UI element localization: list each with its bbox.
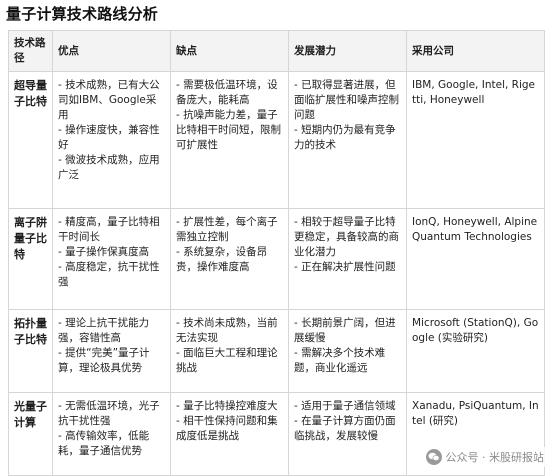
table-row: 超导量子比特 - 技术成熟，已有大公司如IBM、Google采用 - 操作速度快… [8,71,545,209]
cons-item: - 需要极低温环境，设备庞大，能耗高 [176,79,278,106]
route-cell: 超导量子比特 [8,71,53,209]
potential-item: - 已取得显著进展，但面临扩展性和噪声控制问题 [294,79,399,121]
pros-item: - 高度稳定，抗干扰性强 [58,261,160,288]
potential-cell: - 适用于量子通信领域 - 在量子计算方面仍面临挑战，发展较慢 [288,392,407,476]
table-row: 离子阱量子比特 - 精度高，量子比特相干时间长 - 量子操作保真度高 - 高度稳… [8,208,545,310]
cons-item: - 抗噪声能力差，量子比特相干时间短，限制可扩展性 [176,109,281,151]
potential-cell: - 长期前景广阔，但进展缓慢 - 需解决多个技术难题，商业化遥远 [288,309,407,393]
route-cell: 光量子计算 [8,392,53,476]
pros-item: - 技术成熟，已有大公司如IBM、Google采用 [58,79,160,121]
pros-item: - 精度高，量子比特相干时间长 [58,216,160,243]
header-companies: 采用公司 [406,30,545,72]
cons-cell: - 扩展性差，每个离子需独立控制 - 系统复杂，设备昂贵，操作难度高 [170,208,289,310]
header-potential: 发展潜力 [288,30,407,72]
wechat-icon [425,449,442,465]
cons-cell: - 量子比特操控难度大 - 相干性保持问题和集成度低是挑战 [170,392,289,476]
pros-cell: - 精度高，量子比特相干时间长 - 量子操作保真度高 - 高度稳定，抗干扰性强 [52,208,171,310]
pros-cell: - 无需低温环境，光子抗干扰性强 - 高传输效率，低能耗，量子通信优势 [52,392,171,476]
cons-item: - 系统复杂，设备昂贵，操作难度高 [176,246,268,273]
watermark: 公众号 · 米股研报站 [421,447,548,467]
pros-item: - 提供“完美”量子计算，理论极具优势 [58,347,150,374]
potential-item: - 在量子计算方面仍面临挑战，发展较慢 [294,415,396,442]
pros-item: - 理论上抗干扰能力强，容错性高 [58,317,150,344]
route-cell: 离子阱量子比特 [8,208,53,310]
cons-item: - 相干性保持问题和集成度低是挑战 [176,415,278,442]
potential-item: - 相较于超导量子比特更稳定，具备较高的商业化潜力 [294,216,399,258]
potential-cell: - 相较于超导量子比特更稳定，具备较高的商业化潜力 - 正在解决扩展性问题 [288,208,407,310]
pros-item: - 无需低温环境，光子抗干扰性强 [58,400,160,427]
cons-cell: - 技术尚未成熟，当前无法实现 - 面临巨大工程和理论挑战 [170,309,289,393]
companies-cell: IBM, Google, Intel, Rigetti, Honeywell [406,71,545,209]
header-cons: 缺点 [170,30,289,72]
header-pros: 优点 [52,30,171,72]
header-route: 技术路径 [8,30,53,72]
pros-item: - 操作速度快，兼容性好 [58,124,160,151]
cons-item: - 技术尚未成熟，当前无法实现 [176,317,278,344]
page-title: 量子计算技术路线分析 [6,5,159,23]
companies-cell: Microsoft (StationQ), Google (实验研究) [406,309,545,393]
pros-item: - 高传输效率，低能耗，量子通信优势 [58,430,150,457]
table-row: 拓扑量子比特 - 理论上抗干扰能力强，容错性高 - 提供“完美”量子计算，理论极… [8,309,545,393]
pros-cell: - 技术成熟，已有大公司如IBM、Google采用 - 操作速度快，兼容性好 -… [52,71,171,209]
table-header-row: 技术路径 优点 缺点 发展潜力 采用公司 [8,30,545,72]
companies-cell: IonQ, Honeywell, Alpine Quantum Technolo… [406,208,545,310]
pros-item: - 量子操作保真度高 [58,246,150,258]
potential-item: - 短期内仍为最有竞争力的技术 [294,124,396,151]
potential-item: - 长期前景广阔，但进展缓慢 [294,317,396,344]
route-cell: 拓扑量子比特 [8,309,53,393]
potential-item: - 正在解决扩展性问题 [294,261,396,273]
cons-item: - 量子比特操控难度大 [176,400,278,412]
pros-item: - 微波技术成熟，应用广泛 [58,154,160,181]
cons-cell: - 需要极低温环境，设备庞大，能耗高 - 抗噪声能力差，量子比特相干时间短，限制… [170,71,289,209]
potential-cell: - 已取得显著进展，但面临扩展性和噪声控制问题 - 短期内仍为最有竞争力的技术 [288,71,407,209]
cons-item: - 扩展性差，每个离子需独立控制 [176,216,278,243]
potential-item: - 需解决多个技术难题，商业化遥远 [294,347,386,374]
cons-item: - 面临巨大工程和理论挑战 [176,347,278,374]
pros-cell: - 理论上抗干扰能力强，容错性高 - 提供“完美”量子计算，理论极具优势 [52,309,171,393]
watermark-text: 公众号 · 米股研报站 [445,451,545,464]
potential-item: - 适用于量子通信领域 [294,400,396,412]
comparison-table: 技术路径 优点 缺点 发展潜力 采用公司 超导量子比特 - 技术成熟，已有大公司… [8,30,545,476]
